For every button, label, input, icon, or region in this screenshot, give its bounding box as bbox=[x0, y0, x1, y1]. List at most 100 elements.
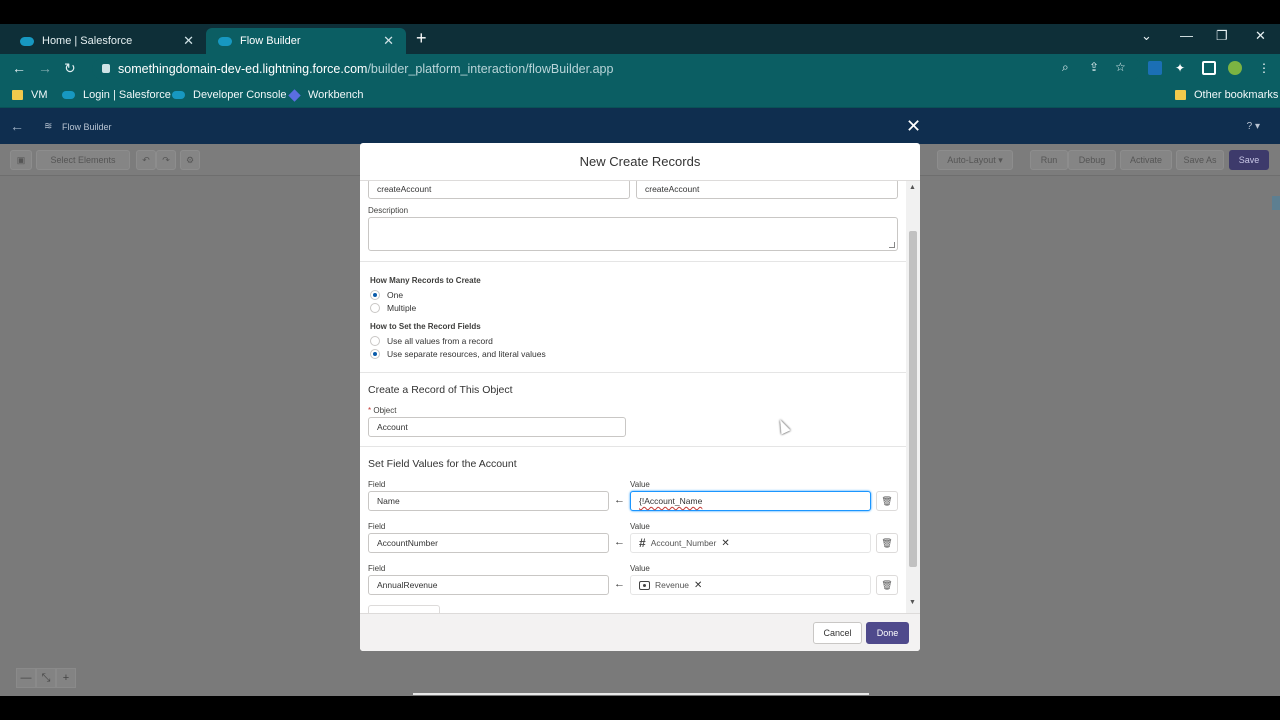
field-input-account-number[interactable]: AccountNumber bbox=[368, 533, 609, 553]
url-field[interactable]: somethingdomain-dev-ed.lightning.force.c… bbox=[92, 58, 1142, 80]
bookmark-developer-console[interactable]: Developer Console bbox=[172, 89, 287, 101]
close-window-icon[interactable]: ✕ bbox=[1255, 28, 1266, 44]
left-arrow-icon: ← bbox=[614, 494, 625, 506]
bookmark-login-salesforce[interactable]: Login | Salesforce bbox=[62, 89, 171, 101]
toggle-panel-icon[interactable]: ▣ bbox=[10, 150, 32, 170]
zoom-icon[interactable]: ⌕ bbox=[1062, 60, 1069, 75]
bookmark-other[interactable]: Other bookmarks bbox=[1175, 89, 1278, 101]
undo-icon[interactable]: ↶ bbox=[136, 150, 156, 170]
label-text: Object bbox=[373, 406, 397, 415]
modal-scrollbar[interactable]: ▲ ▼ bbox=[906, 181, 920, 613]
bookmarks-bar: VM Login | Salesforce Developer Console … bbox=[0, 84, 1280, 108]
side-panel-icon[interactable] bbox=[1202, 61, 1216, 75]
radio-option-all-values[interactable]: Use all values from a record bbox=[370, 336, 493, 346]
zoom-out-icon[interactable]: — bbox=[16, 668, 36, 688]
save-as-button[interactable]: Save As bbox=[1176, 150, 1224, 170]
back-arrow-icon[interactable]: ← bbox=[10, 118, 24, 134]
flow-icon: ≋ bbox=[44, 121, 53, 132]
redo-icon[interactable]: ↷ bbox=[156, 150, 176, 170]
value-input-account-number[interactable]: # Account_Number ✕ bbox=[630, 533, 871, 553]
field-input-name[interactable]: Name bbox=[368, 491, 609, 511]
restore-icon[interactable]: ❐ bbox=[1216, 28, 1228, 44]
forward-arrow-icon[interactable]: → bbox=[38, 60, 52, 76]
select-elements-button[interactable]: Select Elements bbox=[36, 150, 130, 170]
currency-variable-icon bbox=[639, 580, 650, 590]
radio-option-multiple[interactable]: Multiple bbox=[370, 303, 416, 313]
radio-unselected[interactable] bbox=[370, 336, 380, 346]
new-tab-icon[interactable]: + bbox=[416, 28, 427, 49]
input-value: AccountNumber bbox=[377, 538, 438, 548]
scroll-up-icon[interactable]: ▲ bbox=[909, 184, 916, 191]
reload-icon[interactable]: ↻ bbox=[64, 60, 76, 77]
close-modal-icon[interactable]: ✕ bbox=[906, 117, 921, 135]
save-button[interactable]: Save bbox=[1229, 150, 1269, 170]
create-records-modal: New Create Records createAccount createA… bbox=[360, 143, 920, 651]
scroll-down-icon[interactable]: ▼ bbox=[909, 599, 916, 606]
remove-pill-icon[interactable]: ✕ bbox=[694, 580, 702, 591]
radio-option-separate-resources[interactable]: Use separate resources, and literal valu… bbox=[370, 349, 546, 359]
divider bbox=[360, 261, 906, 262]
required-mark: * bbox=[368, 406, 372, 415]
extension-cloud-icon[interactable] bbox=[1148, 61, 1162, 75]
number-hash-icon: # bbox=[639, 536, 646, 550]
cancel-button[interactable]: Cancel bbox=[813, 622, 862, 644]
input-value: Name bbox=[377, 496, 400, 506]
delete-row-trash-icon[interactable]: 🗑 bbox=[876, 533, 898, 553]
auto-layout-dropdown[interactable]: Auto-Layout ▾ bbox=[937, 150, 1013, 170]
modal-title: New Create Records bbox=[360, 143, 920, 181]
activate-button[interactable]: Activate bbox=[1120, 150, 1172, 170]
debug-button[interactable]: Debug bbox=[1068, 150, 1116, 170]
done-button[interactable]: Done bbox=[866, 622, 909, 644]
add-field-button[interactable] bbox=[368, 605, 440, 613]
bookmark-vm[interactable]: VM bbox=[12, 89, 48, 101]
radio-label: Use separate resources, and literal valu… bbox=[387, 349, 546, 359]
value-input-name[interactable]: {!Account_Name bbox=[630, 491, 871, 511]
field-values-title: Set Field Values for the Account bbox=[368, 458, 517, 470]
minimize-icon[interactable]: — bbox=[1180, 28, 1193, 43]
bookmark-workbench[interactable]: Workbench bbox=[288, 88, 364, 102]
api-name-input[interactable]: createAccount bbox=[636, 181, 898, 199]
input-value: AnnualRevenue bbox=[377, 580, 438, 590]
bookmark-star-icon[interactable]: ☆ bbox=[1115, 60, 1126, 74]
menu-kebab-icon[interactable]: ⋮ bbox=[1258, 61, 1272, 75]
radio-selected[interactable] bbox=[370, 349, 380, 359]
label-input[interactable]: createAccount bbox=[368, 181, 630, 199]
run-button[interactable]: Run bbox=[1030, 150, 1068, 170]
remove-pill-icon[interactable]: ✕ bbox=[721, 538, 729, 549]
object-input[interactable]: Account bbox=[368, 417, 626, 437]
extensions-puzzle-icon[interactable]: ✦ bbox=[1175, 61, 1189, 75]
close-tab-icon[interactable]: ✕ bbox=[383, 33, 394, 49]
tab-search-chevron-icon[interactable]: ⌄ bbox=[1141, 28, 1152, 44]
radio-unselected[interactable] bbox=[370, 303, 380, 313]
field-input-annual-revenue[interactable]: AnnualRevenue bbox=[368, 575, 609, 595]
back-arrow-icon[interactable]: ← bbox=[12, 60, 26, 76]
delete-row-trash-icon[interactable]: 🗑 bbox=[876, 575, 898, 595]
side-panel-tab[interactable] bbox=[1272, 196, 1280, 210]
value-input-annual-revenue[interactable]: Revenue ✕ bbox=[630, 575, 871, 595]
bookmark-label: Workbench bbox=[308, 89, 364, 101]
resize-grip-icon[interactable] bbox=[889, 242, 895, 248]
radio-label: One bbox=[387, 290, 404, 300]
radio-option-one[interactable]: One bbox=[370, 290, 403, 300]
zoom-controls: — ⤡ + bbox=[16, 668, 80, 688]
radio-selected[interactable] bbox=[370, 290, 380, 300]
input-value: {!Account_Name bbox=[639, 496, 703, 506]
browser-tab-home[interactable]: Home | Salesforce ✕ bbox=[8, 28, 206, 54]
zoom-in-icon[interactable]: + bbox=[56, 668, 76, 688]
app-title: Flow Builder bbox=[62, 122, 112, 132]
help-icon[interactable]: ? ▾ bbox=[1247, 121, 1260, 132]
scroll-thumb[interactable] bbox=[909, 231, 917, 567]
browser-tab-strip: Home | Salesforce ✕ Flow Builder ✕ bbox=[0, 24, 1280, 54]
description-textarea[interactable] bbox=[368, 217, 898, 251]
fit-view-icon[interactable]: ⤡ bbox=[36, 668, 56, 688]
value-label: Value bbox=[630, 522, 650, 531]
share-icon[interactable]: ⇪ bbox=[1089, 60, 1099, 74]
gear-icon[interactable]: ⚙ bbox=[180, 150, 200, 170]
salesforce-cloud-icon bbox=[20, 36, 34, 46]
browser-tab-flow-builder[interactable]: Flow Builder ✕ bbox=[206, 28, 406, 54]
salesforce-cloud-icon bbox=[62, 91, 75, 99]
object-label: * Object bbox=[368, 406, 396, 415]
profile-avatar[interactable] bbox=[1228, 61, 1242, 75]
close-tab-icon[interactable]: ✕ bbox=[183, 33, 194, 49]
delete-row-trash-icon[interactable]: 🗑 bbox=[876, 491, 898, 511]
